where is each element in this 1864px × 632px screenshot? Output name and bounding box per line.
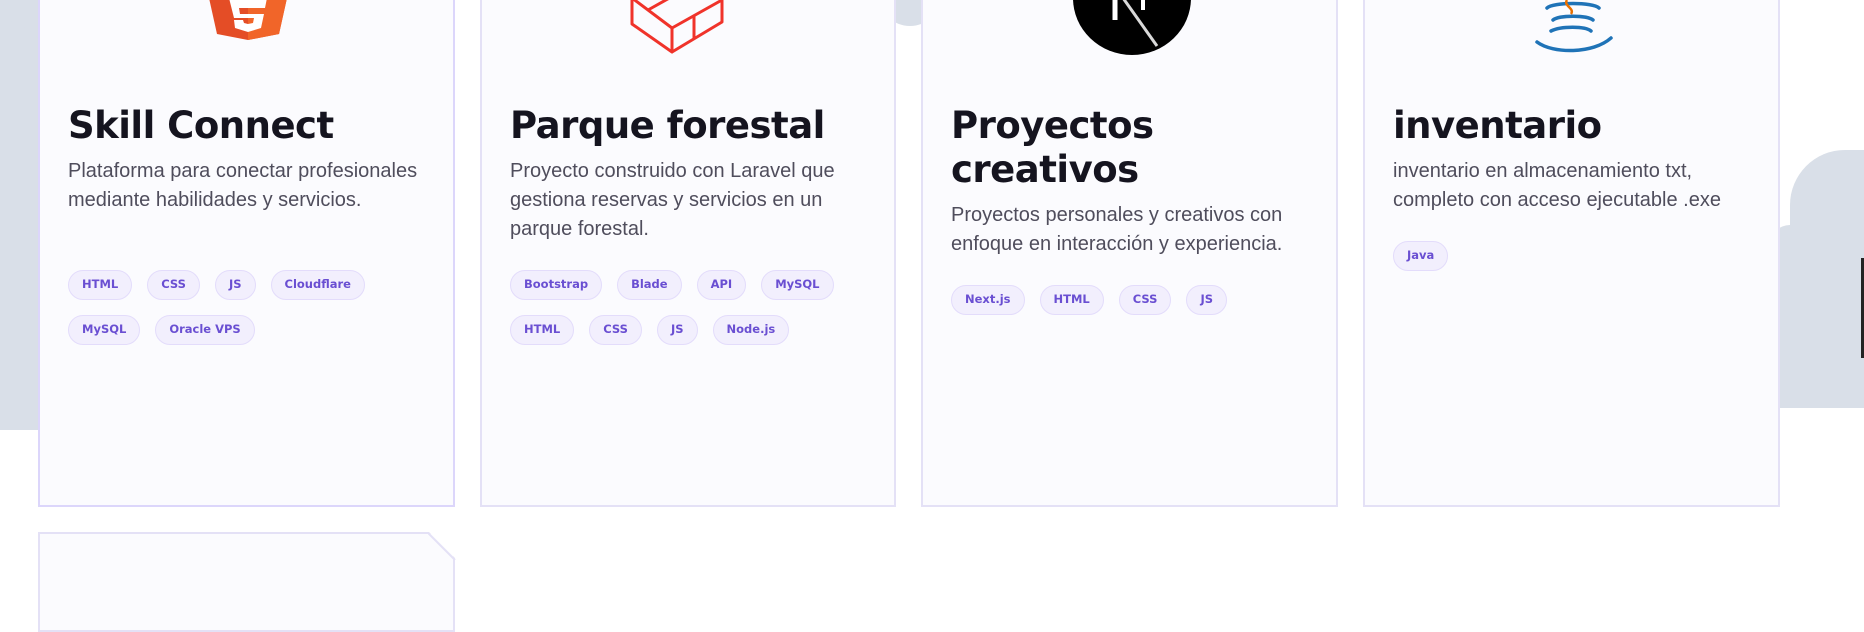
tag-list: Java	[1393, 241, 1753, 271]
tag-html: HTML	[68, 270, 133, 300]
html5-icon	[209, 0, 287, 40]
project-title: inventario	[1393, 104, 1602, 147]
tag-nodejs: Node.js	[712, 315, 790, 345]
project-description: inventario en almacenamiento txt, comple…	[1393, 160, 1721, 211]
project-title: Skill Connect	[68, 104, 334, 147]
tag-mysql: MySQL	[68, 315, 141, 345]
tag-js: JS	[1186, 285, 1228, 315]
project-card-proyectos-creativos[interactable]: Proyectos creativos Proyectos personales…	[921, 0, 1338, 507]
tag-cloudflare: Cloudflare	[270, 270, 365, 300]
tag-list: HTML CSS JS Cloudflare MySQL Oracle VPS	[68, 270, 428, 345]
nextjs-icon	[1073, 0, 1191, 55]
tag-bootstrap: Bootstrap	[510, 270, 603, 300]
project-title: Parque forestal	[510, 104, 825, 147]
tag-java: Java	[1393, 241, 1449, 271]
tag-css: CSS	[147, 270, 200, 300]
project-card-parque-forestal[interactable]: Parque forestal Proyecto construido con …	[480, 0, 896, 507]
project-description: Plataforma para conectar profesionales m…	[68, 160, 418, 211]
tag-api: API	[696, 270, 747, 300]
card-corner-fold	[428, 532, 456, 560]
laravel-icon	[630, 0, 724, 54]
project-card-partial[interactable]	[38, 532, 455, 632]
tag-js: JS	[656, 315, 698, 345]
tag-oracle-vps: Oracle VPS	[155, 315, 255, 345]
background-cloud-left-bottom	[0, 300, 40, 430]
tag-nextjs: Next.js	[951, 285, 1025, 315]
tag-js: JS	[214, 270, 256, 300]
project-card-inventario[interactable]: inventario inventario en almacenamiento …	[1363, 0, 1780, 507]
tag-mysql: MySQL	[761, 270, 834, 300]
tag-css: CSS	[589, 315, 642, 345]
tag-css: CSS	[1118, 285, 1172, 315]
project-description: Proyecto construido con Laravel que gest…	[510, 160, 835, 240]
project-title: Proyectos creativos	[951, 104, 1154, 191]
tag-html: HTML	[1039, 285, 1104, 315]
tag-blade: Blade	[617, 270, 682, 300]
tag-list: Bootstrap Blade API MySQL HTML CSS JS No…	[510, 270, 870, 345]
project-description: Proyectos personales y creativos con enf…	[951, 204, 1283, 255]
java-icon	[1535, 0, 1613, 53]
tag-list: Next.js HTML CSS JS	[951, 285, 1311, 315]
project-card-skill-connect[interactable]: Skill Connect Plataforma para conectar p…	[38, 0, 455, 507]
tag-html: HTML	[510, 315, 575, 345]
